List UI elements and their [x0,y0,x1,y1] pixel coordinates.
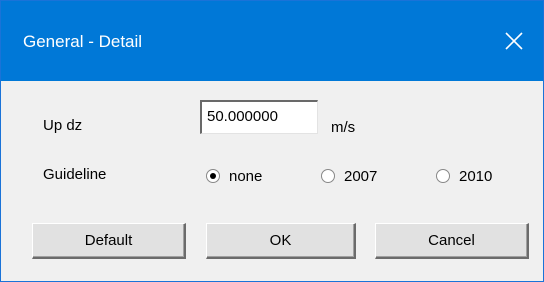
close-icon [505,32,523,50]
up-dz-input[interactable]: 50.000000 [200,100,318,134]
window-title: General - Detail [23,32,143,51]
up-dz-label: Up dz [43,117,83,134]
guideline-radio-2010[interactable]: 2010 [435,166,492,186]
radio-checked-icon[interactable] [205,168,221,184]
guideline-option-label: 2007 [344,167,378,185]
title-bar[interactable]: General - Detail [1,1,543,81]
guideline-option-label: none [229,167,263,185]
close-button[interactable] [485,1,543,81]
guideline-radio-2007[interactable]: 2007 [320,166,377,186]
up-dz-unit: m/s [331,119,356,136]
guideline-option-label: 2010 [459,167,493,185]
radio-unchecked-icon[interactable] [435,168,451,184]
dialog-body: Up dz 50.000000 m/s Guideline none 2007 … [1,81,543,281]
ok-button[interactable]: OK [206,223,356,259]
radio-unchecked-icon[interactable] [320,168,336,184]
dialog-window: General - Detail Up dz 50.000000 m/s Gui… [0,0,544,282]
guideline-radio-none[interactable]: none [205,166,262,186]
cancel-button[interactable]: Cancel [375,223,529,259]
guideline-label: Guideline [43,166,107,183]
default-button[interactable]: Default [32,223,186,259]
